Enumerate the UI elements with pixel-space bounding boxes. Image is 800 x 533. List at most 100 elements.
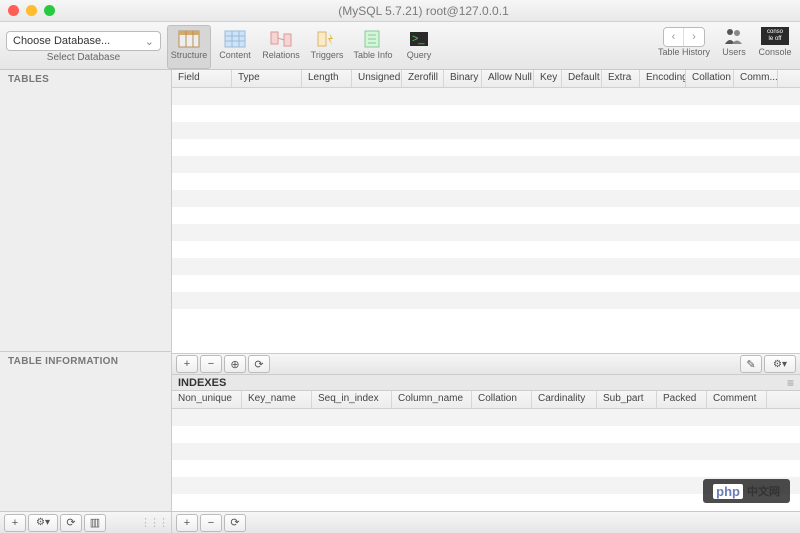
remove-index-button[interactable]: − bbox=[200, 514, 222, 532]
history-forward-icon[interactable]: › bbox=[684, 28, 704, 46]
triggers-icon bbox=[313, 28, 341, 50]
table-row[interactable] bbox=[172, 207, 800, 224]
table-row[interactable] bbox=[172, 409, 800, 426]
query-icon: >_ bbox=[405, 28, 433, 50]
index-col-column_name[interactable]: Column_name bbox=[392, 391, 472, 408]
remove-field-button[interactable]: − bbox=[200, 355, 222, 373]
refresh-tables-button[interactable]: ⟳ bbox=[60, 514, 82, 532]
sidebar: TABLES TABLE INFORMATION bbox=[0, 70, 172, 511]
structure-icon bbox=[175, 28, 203, 50]
field-col-binary[interactable]: Binary bbox=[444, 70, 482, 87]
tables-list[interactable] bbox=[0, 89, 171, 351]
field-col-key[interactable]: Key bbox=[534, 70, 562, 87]
console-button[interactable]: conso le off Console bbox=[756, 25, 794, 57]
table-row[interactable] bbox=[172, 122, 800, 139]
tables-actionbar: + ⚙▾ ⟳ ▥ ⋮⋮⋮ bbox=[0, 512, 172, 533]
table-row[interactable] bbox=[172, 139, 800, 156]
sidebar-tables-header: TABLES bbox=[0, 70, 171, 89]
resize-grip-icon[interactable]: ⋮⋮⋮ bbox=[140, 516, 167, 529]
fields-header: FieldTypeLengthUnsignedZerofillBinaryAll… bbox=[172, 70, 800, 88]
chevron-updown-icon: ⌄ bbox=[145, 35, 154, 48]
tab-triggers[interactable]: Triggers bbox=[305, 25, 349, 69]
duplicate-field-button[interactable]: ⊕ bbox=[224, 355, 246, 373]
toolbar: Choose Database... ⌄ Select Database Str… bbox=[0, 22, 800, 70]
window-title: (MySQL 5.7.21) root@127.0.0.1 bbox=[55, 4, 792, 18]
table-row[interactable] bbox=[172, 241, 800, 258]
field-col-zerofill[interactable]: Zerofill bbox=[402, 70, 444, 87]
field-col-type[interactable]: Type bbox=[232, 70, 302, 87]
hamburger-icon[interactable]: ≡ bbox=[787, 376, 794, 390]
zoom-icon[interactable] bbox=[44, 5, 55, 16]
index-col-collation[interactable]: Collation bbox=[472, 391, 532, 408]
index-col-seq_in_index[interactable]: Seq_in_index bbox=[312, 391, 392, 408]
fields-rows[interactable] bbox=[172, 88, 800, 353]
tableinfo-icon bbox=[359, 28, 387, 50]
table-row[interactable] bbox=[172, 292, 800, 309]
index-col-packed[interactable]: Packed bbox=[657, 391, 707, 408]
field-col-comm...[interactable]: Comm... bbox=[734, 70, 778, 87]
indexes-columns: Non_uniqueKey_nameSeq_in_indexColumn_nam… bbox=[172, 391, 800, 409]
field-col-allow null[interactable]: Allow Null bbox=[482, 70, 534, 87]
edit-button[interactable]: ✎ bbox=[740, 355, 762, 373]
close-icon[interactable] bbox=[8, 5, 19, 16]
table-row[interactable] bbox=[172, 190, 800, 207]
console-icon: conso le off bbox=[761, 25, 789, 47]
watermark: php 中文网 bbox=[703, 479, 790, 503]
minimize-icon[interactable] bbox=[26, 5, 37, 16]
refresh-fields-button[interactable]: ⟳ bbox=[248, 355, 270, 373]
field-col-encoding[interactable]: Encoding bbox=[640, 70, 686, 87]
users-icon bbox=[720, 25, 748, 47]
fields-actionbar: + − ⊕ ⟳ ✎ ⚙▾ bbox=[172, 353, 800, 375]
titlebar: (MySQL 5.7.21) root@127.0.0.1 bbox=[0, 0, 800, 22]
relations-icon bbox=[267, 28, 295, 50]
add-table-button[interactable]: + bbox=[4, 514, 26, 532]
table-row[interactable] bbox=[172, 156, 800, 173]
database-select-caption: Select Database bbox=[6, 52, 161, 63]
field-col-field[interactable]: Field bbox=[172, 70, 232, 87]
index-col-non_unique[interactable]: Non_unique bbox=[172, 391, 242, 408]
table-row[interactable] bbox=[172, 224, 800, 241]
table-row[interactable] bbox=[172, 173, 800, 190]
add-field-button[interactable]: + bbox=[176, 355, 198, 373]
table-row[interactable] bbox=[172, 460, 800, 477]
view-tabs: Structure Content Relations Triggers Tab… bbox=[167, 25, 441, 69]
content-icon bbox=[221, 28, 249, 50]
index-col-comment[interactable]: Comment bbox=[707, 391, 767, 408]
tab-structure[interactable]: Structure bbox=[167, 25, 211, 69]
table-row[interactable] bbox=[172, 105, 800, 122]
field-col-default[interactable]: Default bbox=[562, 70, 602, 87]
history-back-icon[interactable]: ‹ bbox=[664, 28, 684, 46]
tab-tableinfo[interactable]: Table Info bbox=[351, 25, 395, 69]
table-row[interactable] bbox=[172, 88, 800, 105]
fields-gear-button[interactable]: ⚙▾ bbox=[764, 355, 796, 373]
index-col-cardinality[interactable]: Cardinality bbox=[532, 391, 597, 408]
refresh-indexes-button[interactable]: ⟳ bbox=[224, 514, 246, 532]
index-col-sub_part[interactable]: Sub_part bbox=[597, 391, 657, 408]
database-select[interactable]: Choose Database... ⌄ bbox=[6, 31, 161, 51]
database-select-label: Choose Database... bbox=[13, 35, 110, 47]
users-button[interactable]: Users bbox=[718, 25, 750, 57]
index-col-key_name[interactable]: Key_name bbox=[242, 391, 312, 408]
field-col-length[interactable]: Length bbox=[302, 70, 352, 87]
table-row[interactable] bbox=[172, 426, 800, 443]
tab-content[interactable]: Content bbox=[213, 25, 257, 69]
table-row[interactable] bbox=[172, 443, 800, 460]
tab-relations[interactable]: Relations bbox=[259, 25, 303, 69]
table-info-panel bbox=[0, 371, 171, 511]
field-col-extra[interactable]: Extra bbox=[602, 70, 640, 87]
field-col-collation[interactable]: Collation bbox=[686, 70, 734, 87]
toggle-info-button[interactable]: ▥ bbox=[84, 514, 106, 532]
field-col-unsigned[interactable]: Unsigned bbox=[352, 70, 402, 87]
main: TABLES TABLE INFORMATION FieldTypeLength… bbox=[0, 70, 800, 511]
add-index-button[interactable]: + bbox=[176, 514, 198, 532]
table-row[interactable] bbox=[172, 275, 800, 292]
bottom-bar: + ⚙▾ ⟳ ▥ ⋮⋮⋮ + − ⟳ bbox=[0, 511, 800, 533]
sidebar-tableinfo-header: TABLE INFORMATION bbox=[0, 351, 171, 371]
table-row[interactable] bbox=[172, 258, 800, 275]
table-gear-button[interactable]: ⚙▾ bbox=[28, 514, 58, 532]
history-nav[interactable]: ‹ › bbox=[663, 27, 705, 47]
tab-query[interactable]: >_ Query bbox=[397, 25, 441, 69]
right-tools: ‹ › Table History Users conso le off Con… bbox=[656, 25, 794, 69]
window-controls bbox=[8, 5, 55, 16]
indexes-actionbar: + − ⟳ bbox=[172, 514, 250, 532]
